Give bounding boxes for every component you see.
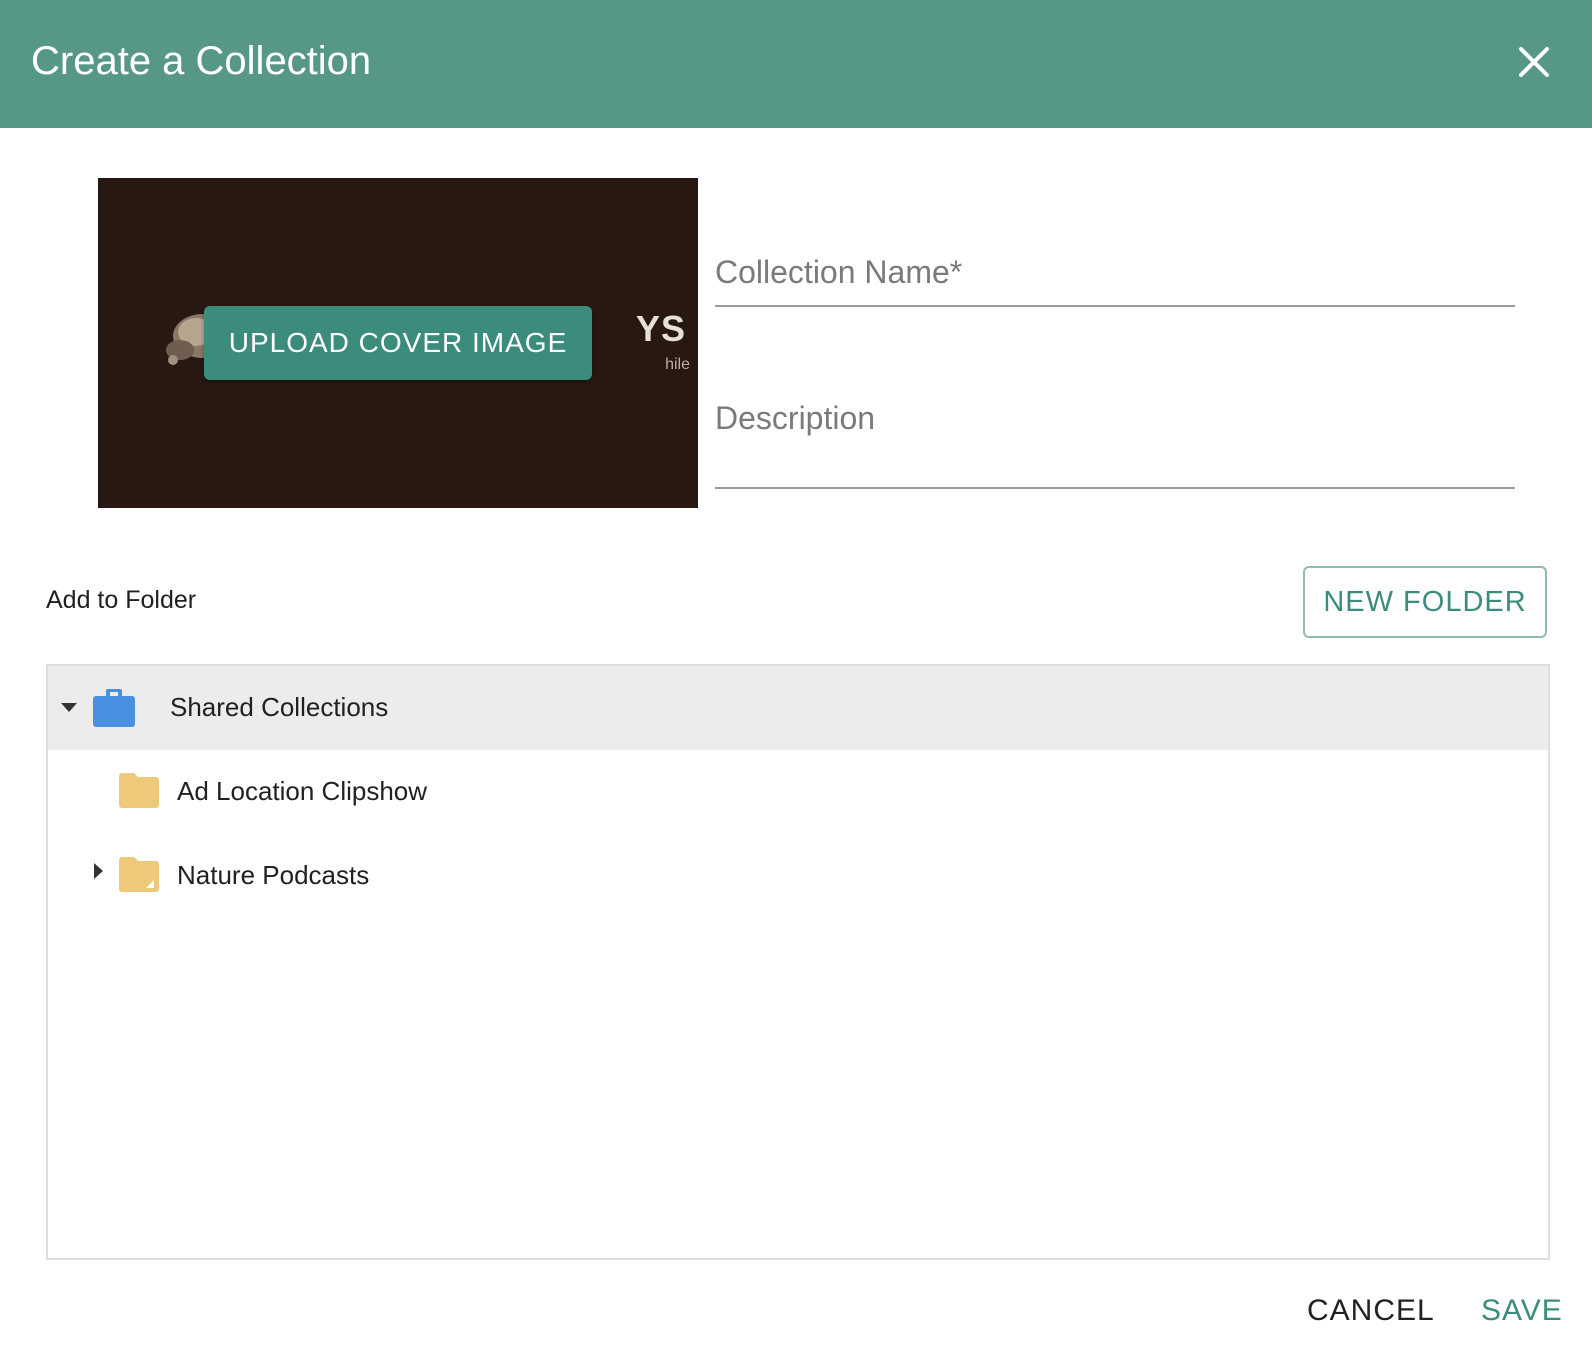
chevron-right-icon[interactable]: [92, 862, 104, 880]
chevron-down-icon[interactable]: [60, 700, 78, 714]
tree-label-ad-location-clipshow: Ad Location Clipshow: [177, 776, 428, 806]
dialog-header: Create a Collection: [0, 0, 1592, 128]
tree-row-ad-location-clipshow[interactable]: Ad Location Clipshow: [48, 750, 1548, 834]
tree-row-nature-podcasts[interactable]: Nature Podcasts: [48, 834, 1548, 918]
dialog-title: Create a Collection: [31, 39, 372, 83]
save-button[interactable]: SAVE: [1481, 1294, 1563, 1328]
cover-image-preview: YS hile UPLOAD COVER IMAGE: [98, 178, 698, 508]
shared-folder-icon: [119, 857, 159, 892]
briefcase-icon: [93, 689, 135, 727]
tree-row-shared-collections[interactable]: Shared Collections: [48, 666, 1548, 750]
upload-cover-image-button[interactable]: UPLOAD COVER IMAGE: [204, 306, 592, 380]
description-underline: [715, 487, 1515, 489]
folder-icon: [119, 773, 159, 808]
cancel-button[interactable]: CANCEL: [1307, 1294, 1435, 1328]
new-folder-button[interactable]: NEW FOLDER: [1303, 566, 1547, 638]
cover-logo-text: YS: [635, 308, 686, 349]
cover-logo-subtext: hile: [665, 356, 690, 373]
tree-label-nature-podcasts: Nature Podcasts: [177, 860, 370, 890]
close-button[interactable]: [1512, 40, 1556, 84]
description-field[interactable]: Description: [715, 400, 875, 437]
tree-label-shared-collections: Shared Collections: [170, 692, 389, 722]
collection-name-field[interactable]: Collection Name*: [715, 254, 962, 291]
add-to-folder-label: Add to Folder: [46, 586, 197, 614]
collection-name-underline: [715, 305, 1515, 307]
close-icon: [1519, 47, 1549, 77]
folder-tree: Shared Collections Ad Location Clipshow …: [46, 664, 1550, 1260]
